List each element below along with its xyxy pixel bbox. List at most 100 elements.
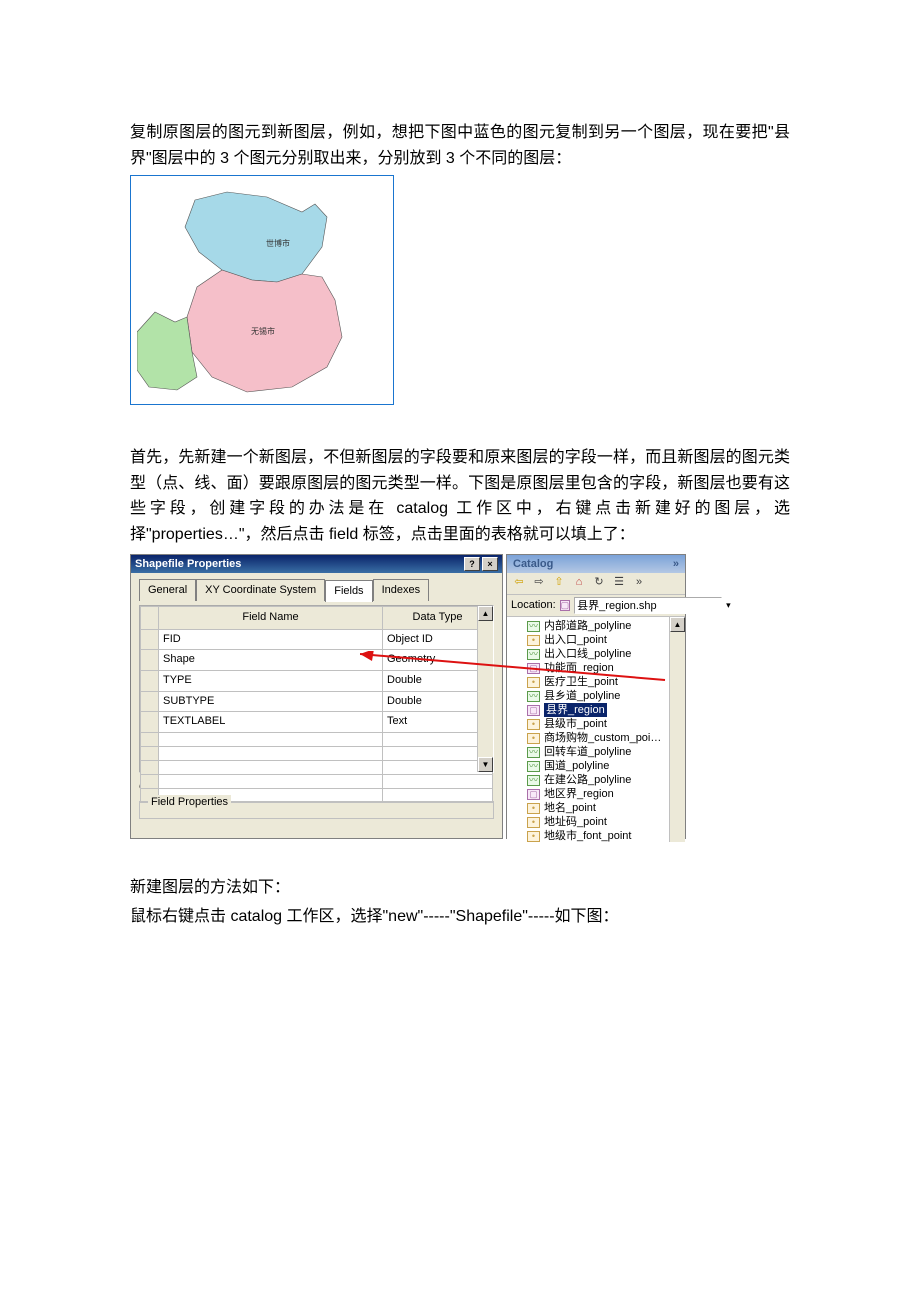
paragraph-2: 首先，先新建一个新图层，不但新图层的字段要和原来图层的字段一样，而且新图层的图元… [130,445,790,547]
map-region-blue [185,192,327,282]
location-dropdown-icon[interactable]: ▾ [726,598,731,612]
row-header[interactable] [141,746,159,760]
cell-data-type[interactable]: Geometry [383,650,493,671]
cell-data-type[interactable] [383,774,493,788]
cell-field-name[interactable]: Shape [159,650,383,671]
map-region-green [137,312,197,390]
point-layer-icon: • [527,635,540,646]
table-row[interactable]: SUBTYPEDouble [141,691,493,712]
tab-indexes[interactable]: Indexes [373,579,430,602]
tree-item-label: 在建公路_polyline [544,773,631,787]
table-row[interactable]: TYPEDouble [141,670,493,691]
tree-item[interactable]: 〰县乡道_polyline [507,689,685,703]
cell-data-type[interactable] [383,746,493,760]
fields-grid[interactable]: Field Name Data Type FIDObject IDShapeGe… [139,605,494,773]
table-row[interactable] [141,774,493,788]
tree-item[interactable]: •商场购物_custom_poi… [507,731,685,745]
field-properties-group [139,801,494,819]
row-header[interactable] [141,774,159,788]
more-icon[interactable]: » [631,575,647,591]
table-row[interactable]: ShapeGeometry [141,650,493,671]
tree-item-label: 出入口_point [544,633,607,647]
location-type-icon: ▢ [560,600,571,611]
table-row[interactable] [141,732,493,746]
tree-item[interactable]: •医疗卫生_point [507,675,685,689]
catalog-expand-icon[interactable]: » [673,555,679,573]
row-header[interactable] [141,712,159,733]
line-layer-icon: 〰 [527,747,540,758]
tree-item-label: 县级市_point [544,717,607,731]
row-header[interactable] [141,650,159,671]
tree-item-label: 功能面_region [544,661,614,675]
cell-data-type[interactable]: Double [383,670,493,691]
grid-scrollbar[interactable]: ▲ ▼ [477,606,493,772]
cell-field-name[interactable] [159,760,383,774]
tree-scroll-up-icon[interactable]: ▲ [670,617,685,632]
line-layer-icon: 〰 [527,649,540,660]
tree-item[interactable]: • 出入口_point [507,633,685,647]
cell-field-name[interactable] [159,746,383,760]
tree-item[interactable]: ▢县界_region [507,703,685,717]
line-layer-icon: 〰 [527,621,540,632]
back-icon[interactable]: ⇦ [511,575,527,591]
row-header[interactable] [141,691,159,712]
cell-data-type[interactable]: Text [383,712,493,733]
scroll-down-icon[interactable]: ▼ [478,757,493,772]
map-figure: 世博市 无锡市 [130,175,394,405]
tree-item-label: 地址码_point [544,815,607,829]
catalog-scrollbar[interactable]: ▲ [669,617,685,842]
cell-data-type[interactable] [383,732,493,746]
cell-data-type[interactable] [383,760,493,774]
tree-item[interactable]: 〰内部道路_polyline [507,619,685,633]
region-layer-icon: ▢ [527,789,540,800]
row-header[interactable] [141,629,159,650]
table-row[interactable]: TEXTLABELText [141,712,493,733]
home-icon[interactable]: ⌂ [571,575,587,591]
cell-field-name[interactable] [159,732,383,746]
tree-item[interactable]: ▢功能面_region [507,661,685,675]
cell-data-type[interactable]: Double [383,691,493,712]
tab-general[interactable]: General [139,579,196,602]
cell-field-name[interactable] [159,774,383,788]
col-field-name: Field Name [159,607,383,630]
tree-item[interactable]: •地级市_font_point [507,829,685,842]
catalog-location-bar: Location: ▢ ▾ [507,595,685,618]
close-button[interactable]: × [482,557,498,571]
cell-field-name[interactable]: FID [159,629,383,650]
help-button[interactable]: ? [464,557,480,571]
tree-item-label: 县界_region [544,703,607,717]
tab-fields[interactable]: Fields [325,580,372,603]
tree-item[interactable]: 〰国道_polyline [507,759,685,773]
tree-item-label: 地名_point [544,801,596,815]
refresh-icon[interactable]: ↻ [591,575,607,591]
row-header[interactable] [141,760,159,774]
tree-item-label: 国道_polyline [544,759,609,773]
properties-catalog-figure: Shapefile Properties ? × General XY Coor… [130,554,687,839]
row-header[interactable] [141,732,159,746]
tree-item[interactable]: 〰出入口线_polyline [507,647,685,661]
table-row[interactable] [141,760,493,774]
tree-item-label: 内部道路_polyline [544,619,631,633]
point-layer-icon: • [527,719,540,730]
map-label-2: 无锡市 [251,326,275,339]
forward-icon[interactable]: ⇨ [531,575,547,591]
tree-item[interactable]: •地址码_point [507,815,685,829]
tree-item[interactable]: 〰在建公路_polyline [507,773,685,787]
tab-xy-coordinate[interactable]: XY Coordinate System [196,579,325,602]
cell-field-name[interactable]: SUBTYPE [159,691,383,712]
cell-data-type[interactable]: Object ID [383,629,493,650]
tree-item[interactable]: •地名_point [507,801,685,815]
list-icon[interactable]: ☰ [611,575,627,591]
tree-item[interactable]: 〰回转车道_polyline [507,745,685,759]
tree-item[interactable]: ▢地区界_region [507,787,685,801]
table-row[interactable]: FIDObject ID [141,629,493,650]
tree-item[interactable]: • 县级市_point [507,717,685,731]
cell-field-name[interactable]: TYPE [159,670,383,691]
catalog-tree[interactable]: 〰内部道路_polyline•出入口_point〰出入口线_polyline▢功… [507,617,685,842]
up-icon[interactable]: ⇧ [551,575,567,591]
location-input[interactable] [574,597,722,614]
scroll-up-icon[interactable]: ▲ [478,606,493,621]
row-header[interactable] [141,670,159,691]
cell-field-name[interactable]: TEXTLABEL [159,712,383,733]
table-row[interactable] [141,746,493,760]
